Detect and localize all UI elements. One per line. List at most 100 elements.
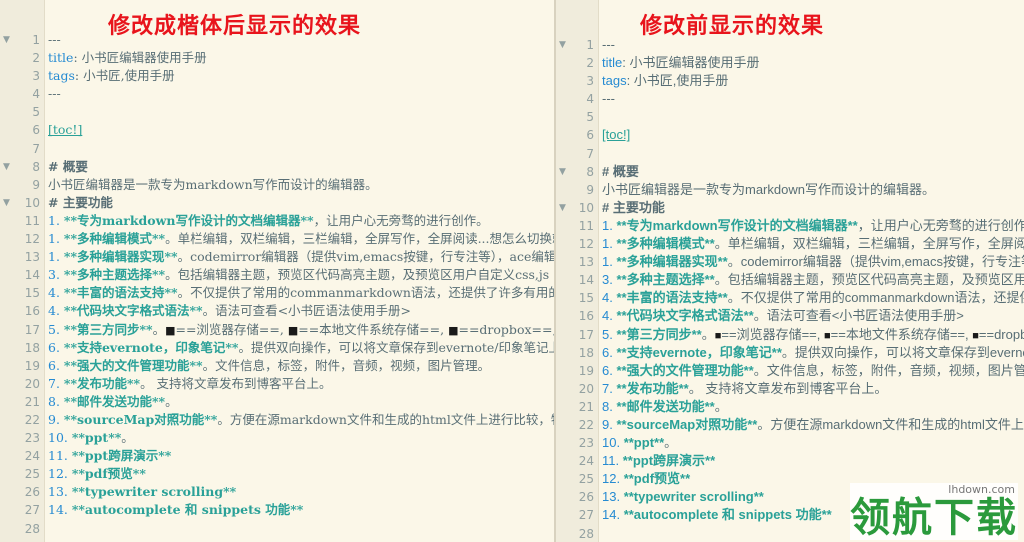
code-line[interactable]: 6 [toc!] bbox=[0, 121, 554, 139]
token-marker: 13. bbox=[48, 484, 72, 500]
token-marker: 1. bbox=[602, 254, 617, 270]
code-line[interactable]: 28 bbox=[0, 520, 554, 538]
line-number: 2 bbox=[586, 56, 594, 71]
code-line[interactable]: 5 bbox=[556, 108, 1024, 126]
editor-pane-original[interactable]: 修改前显示的效果 ▼ 1 --- 2 title: 小书匠编辑器使用手册 3 tags: 小… bbox=[556, 0, 1024, 542]
line-text: 11. **ppt跨屏演示** bbox=[48, 447, 171, 465]
token-marker: 8. bbox=[602, 398, 617, 414]
token-plain: 。语法可查看<小书匠语法使用手册> bbox=[753, 308, 964, 324]
line-text: # 主要功能 bbox=[48, 194, 113, 212]
token-marker: 5. bbox=[48, 321, 64, 337]
line-text: 1. **专为markdown写作设计的文档编辑器**，让用户心无旁骛的进行创作… bbox=[48, 212, 489, 230]
watermark-text: 领航下载 bbox=[850, 495, 1018, 541]
token-marker: 9. bbox=[602, 416, 617, 432]
code-line[interactable]: 17 5. **第三方同步**。■==浏览器存储==, ■==本地文件系统存储==… bbox=[0, 321, 554, 339]
token-plain: 。 bbox=[165, 393, 178, 409]
line-number: 20 bbox=[578, 381, 594, 396]
code-line[interactable]: 24 11. **ppt跨屏演示** bbox=[0, 447, 554, 465]
token-marker: 1. bbox=[602, 217, 617, 233]
code-line[interactable]: 13 1. **多种编辑器实现**。codemirror编辑器（提供vim,ema… bbox=[556, 253, 1024, 271]
code-line[interactable]: 27 14. **autocomplete 和 snippets 功能** bbox=[0, 501, 554, 519]
line-text: 11. **ppt跨屏演示** bbox=[602, 452, 715, 470]
code-line[interactable]: 19 6. **强大的文件管理功能**。文件信息，标签，附件，音频，视频，图片管理… bbox=[0, 357, 554, 375]
code-line[interactable]: 7 bbox=[556, 145, 1024, 163]
token-marker: 12. bbox=[602, 471, 624, 487]
line-number: 9 bbox=[586, 182, 594, 197]
token-link[interactable]: [toc!] bbox=[48, 122, 82, 137]
code-line[interactable]: 24 11. **ppt跨屏演示** bbox=[556, 452, 1024, 470]
code-line[interactable]: 2 title: 小书匠编辑器使用手册 bbox=[556, 54, 1024, 72]
code-line[interactable]: ▼ 8 # 概要 bbox=[556, 163, 1024, 181]
code-line[interactable]: 11 1. **专为markdown写作设计的文档编辑器**，让用户心无旁骛的进行… bbox=[556, 217, 1024, 235]
code-line[interactable]: 3 tags: 小书匠,使用手册 bbox=[556, 72, 1024, 90]
line-text: tags: 小书匠,使用手册 bbox=[602, 72, 728, 90]
code-line[interactable]: 9 小书匠编辑器是一款专为markdown写作而设计的编辑器。 bbox=[556, 181, 1024, 199]
token-marker: 6. bbox=[48, 357, 64, 373]
code-line[interactable]: 7 bbox=[0, 140, 554, 158]
code-line[interactable]: 11 1. **专为markdown写作设计的文档编辑器**，让用户心无旁骛的进行… bbox=[0, 212, 554, 230]
code-line[interactable]: 3 tags: 小书匠,使用手册 bbox=[0, 67, 554, 85]
code-line[interactable]: 4 --- bbox=[556, 90, 1024, 108]
code-line[interactable]: 4 --- bbox=[0, 85, 554, 103]
code-line[interactable]: 2 title: 小书匠编辑器使用手册 bbox=[0, 49, 554, 67]
code-line[interactable]: 25 12. **pdf预览** bbox=[0, 465, 554, 483]
line-number: 25 bbox=[24, 467, 40, 482]
code-line[interactable]: 16 4. **代码块文字格式语法**。语法可查看<小书匠语法使用手册> bbox=[0, 302, 554, 320]
code-line[interactable]: 17 5. **第三方同步**。■==浏览器存储==, ■==本地文件系统存储==… bbox=[556, 326, 1024, 344]
code-line[interactable]: 18 6. **支持evernote，印象笔记**。提供双向操作，可以将文章保存到… bbox=[0, 339, 554, 357]
token-bold: **多种主题选择** bbox=[63, 267, 166, 283]
line-number: 3 bbox=[586, 74, 594, 89]
code-line[interactable]: 22 9. **sourceMap对照功能**。方便在源markdown文件和生成… bbox=[0, 411, 554, 429]
code-line[interactable]: 14 3. **多种主题选择**。包括编辑器主题，预览区代码高亮主题，及预览区用户… bbox=[0, 266, 554, 284]
token-plain: 。不仅提供了常用的commanmarkdown语法，还提供了许多有用的扩展语法 bbox=[177, 285, 554, 301]
code-line[interactable]: 18 6. **支持evernote，印象笔记**。提供双向操作，可以将文章保存到… bbox=[556, 344, 1024, 362]
code-line[interactable]: 20 7. **发布功能**。 支持将文章发布到博客平台上。 bbox=[0, 375, 554, 393]
line-text: 1. **多种编辑模式**。单栏编辑，双栏编辑，三栏编辑，全屏写作，全屏阅读..… bbox=[602, 235, 1024, 253]
code-line[interactable]: 26 13. **typewriter scrolling** bbox=[0, 483, 554, 501]
editor-pane-kaiti[interactable]: 修改成楷体后显示的效果 ▼ 1 --- 2 title: 小书匠编辑器使用手册 3 tags… bbox=[0, 0, 554, 542]
line-text: 9. **sourceMap对照功能**。方便在源markdown文件和生成的h… bbox=[48, 411, 554, 429]
code-line[interactable]: 20 7. **发布功能**。 支持将文章发布到博客平台上。 bbox=[556, 380, 1024, 398]
watermark-logo: lhdown.com 领航下载 bbox=[850, 483, 1018, 540]
code-line[interactable]: 23 10. **ppt**。 bbox=[0, 429, 554, 447]
line-number: 17 bbox=[578, 327, 594, 342]
code-line[interactable]: 21 8. **邮件发送功能**。 bbox=[0, 393, 554, 411]
code-line[interactable]: 12 1. **多种编辑模式**。单栏编辑，双栏编辑，三栏编辑，全屏写作，全屏阅读… bbox=[0, 230, 554, 248]
code-line[interactable]: 15 4. **丰富的语法支持**。不仅提供了常用的commanmarkdown语… bbox=[556, 289, 1024, 307]
token-bold: **pdf预览** bbox=[71, 466, 146, 482]
code-line[interactable]: 9 小书匠编辑器是一款专为markdown写作而设计的编辑器。 bbox=[0, 176, 554, 194]
line-number: 28 bbox=[24, 521, 40, 536]
line-text: 14. **autocomplete 和 snippets 功能** bbox=[48, 501, 303, 519]
code-line[interactable]: 21 8. **邮件发送功能**。 bbox=[556, 398, 1024, 416]
token-plain: : 小书匠,使用手册 bbox=[626, 73, 729, 89]
line-text: 8. **邮件发送功能**。 bbox=[602, 398, 728, 416]
line-number: 22 bbox=[578, 417, 594, 432]
line-number: 7 bbox=[586, 146, 594, 161]
token-marker: 14. bbox=[48, 502, 72, 518]
line-number: 13 bbox=[578, 255, 594, 270]
line-text: --- bbox=[602, 90, 615, 108]
token-bold: **专为markdown写作设计的文档编辑器** bbox=[63, 212, 314, 228]
line-number: 27 bbox=[578, 508, 594, 523]
code-line[interactable]: ▼ 10 # 主要功能 bbox=[556, 199, 1024, 217]
token-bold: **ppt跨屏演示** bbox=[71, 448, 172, 464]
code-line[interactable]: 14 3. **多种主题选择**。包括编辑器主题，预览区代码高亮主题，及预览区用户… bbox=[556, 271, 1024, 289]
code-line[interactable]: 19 6. **强大的文件管理功能**。文件信息，标签，附件，音频，视频，图片管理… bbox=[556, 362, 1024, 380]
code-line[interactable]: 22 9. **sourceMap对照功能**。方便在源markdown文件和生成… bbox=[556, 416, 1024, 434]
code-line[interactable]: 6 [toc!] bbox=[556, 126, 1024, 144]
token-plain: 。单栏编辑，双栏编辑，三栏编辑，全屏写作，全屏阅读...想怎么切换就怎么切换 bbox=[165, 231, 554, 247]
token-link[interactable]: [toc!] bbox=[602, 127, 630, 142]
code-line[interactable]: 13 1. **多种编辑器实现**。codemirror编辑器（提供vim,ema… bbox=[0, 248, 554, 266]
code-line[interactable]: 12 1. **多种编辑模式**。单栏编辑，双栏编辑，三栏编辑，全屏写作，全屏阅读… bbox=[556, 235, 1024, 253]
line-number: 1 bbox=[586, 38, 594, 52]
code-line[interactable]: ▼ 8 # 概要 bbox=[0, 158, 554, 176]
token-plain: : 小书匠编辑器使用手册 bbox=[622, 55, 760, 71]
code-line[interactable]: 5 bbox=[0, 103, 554, 121]
code-line[interactable]: 16 4. **代码块文字格式语法**。语法可查看<小书匠语法使用手册> bbox=[556, 307, 1024, 325]
line-number: 2 bbox=[32, 51, 40, 66]
code-line[interactable]: 15 4. **丰富的语法支持**。不仅提供了常用的commanmarkdown语… bbox=[0, 284, 554, 302]
code-line[interactable]: 23 10. **ppt**。 bbox=[556, 434, 1024, 452]
token-plain: 。方便在源markdown文件和生成的html文件上进行比较，特别适合长文档 bbox=[757, 416, 1024, 432]
code-line[interactable]: ▼ 10 # 主要功能 bbox=[0, 194, 554, 212]
line-number: 13 bbox=[24, 250, 40, 265]
